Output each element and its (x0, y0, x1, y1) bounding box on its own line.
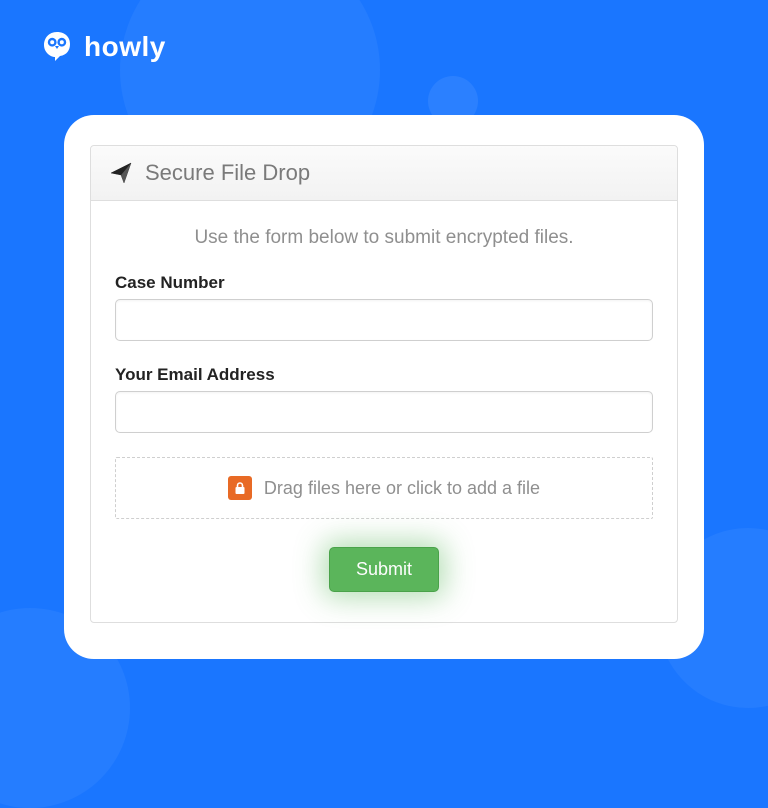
form-card: Secure File Drop Use the form below to s… (64, 115, 704, 659)
brand-name: howly (84, 31, 166, 63)
panel-title: Secure File Drop (145, 160, 310, 186)
file-dropzone[interactable]: Drag files here or click to add a file (115, 457, 653, 519)
instructions-text: Use the form below to submit encrypted f… (115, 227, 653, 249)
owl-icon (40, 30, 74, 64)
email-input[interactable] (115, 391, 653, 433)
panel-body: Use the form below to submit encrypted f… (91, 201, 677, 622)
case-number-label: Case Number (115, 273, 653, 293)
brand-logo: howly (40, 30, 166, 64)
email-field-group: Your Email Address (115, 365, 653, 433)
dropzone-text: Drag files here or click to add a file (264, 478, 540, 499)
submit-button[interactable]: Submit (329, 547, 439, 592)
submit-row: Submit (115, 547, 653, 592)
panel-header: Secure File Drop (91, 146, 677, 201)
case-number-input[interactable] (115, 299, 653, 341)
file-lock-icon (228, 476, 252, 500)
secure-file-drop-panel: Secure File Drop Use the form below to s… (90, 145, 678, 623)
email-label: Your Email Address (115, 365, 653, 385)
case-number-field-group: Case Number (115, 273, 653, 341)
paper-plane-icon (109, 161, 133, 185)
